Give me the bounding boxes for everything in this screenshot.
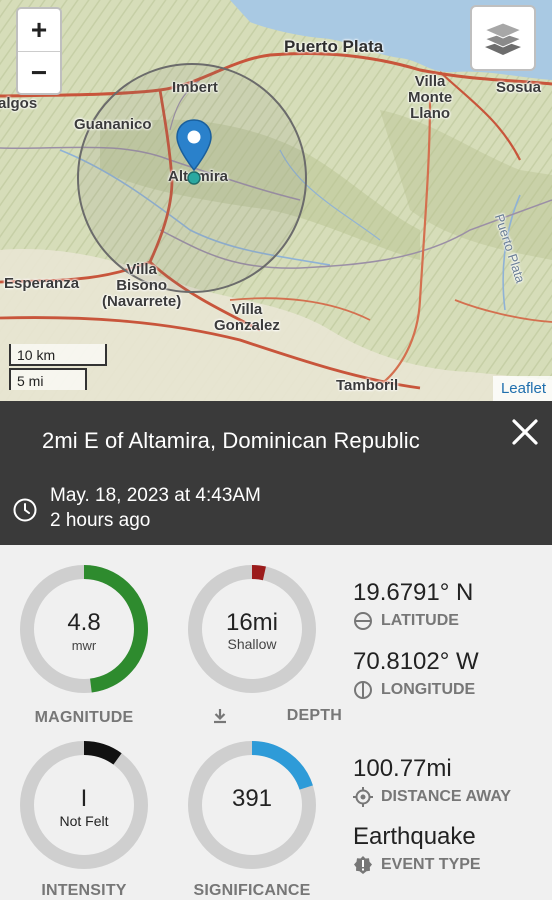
significance-gauge: 391 SIGNIFICANCE xyxy=(182,735,322,899)
event-header: 2mi E of Altamira, Dominican Republic Ma… xyxy=(0,401,552,545)
magnitude-unit: mwr xyxy=(71,638,97,653)
magnitude-label: MAGNITUDE xyxy=(34,709,134,726)
label-salcedo-partial: algos xyxy=(0,95,38,112)
clock-icon xyxy=(13,498,37,522)
intensity-gauge: I Not Felt INTENSITY xyxy=(14,735,154,899)
label-imbert: Imbert xyxy=(172,79,218,96)
magnitude-value: 4.8 xyxy=(67,609,101,636)
map-scale: 10 km 5 mi xyxy=(9,344,107,390)
label-villa-gonzalez: Villa Gonzalez xyxy=(214,301,280,334)
zoom-out-button[interactable]: − xyxy=(18,51,60,93)
depth-label: DEPTH xyxy=(286,707,342,724)
zoom-control: + − xyxy=(16,7,62,95)
close-icon[interactable] xyxy=(508,415,542,449)
label-puerto-plata: Puerto Plata xyxy=(284,37,384,56)
intensity-label: INTENSITY xyxy=(41,882,127,899)
longitude-icon xyxy=(354,681,372,699)
longitude-block: 70.8102° W LONGITUDE xyxy=(353,648,479,700)
alert-badge-icon xyxy=(354,856,372,874)
event-type-label-row: EVENT TYPE xyxy=(353,855,481,875)
distance-block: 100.77mi DISTANCE AWAY xyxy=(353,755,511,807)
label-tamboril: Tamboril xyxy=(336,377,399,394)
zoom-in-button[interactable]: + xyxy=(18,9,60,51)
label-esperanza: Esperanza xyxy=(4,275,80,292)
latitude-icon xyxy=(354,612,372,630)
latitude-block: 19.6791° N LATITUDE xyxy=(353,579,473,631)
magnitude-gauge: 4.8 mwr MAGNITUDE xyxy=(14,559,154,726)
location-pin-icon[interactable] xyxy=(174,118,214,190)
leaflet-attribution-link[interactable]: Leaflet xyxy=(492,376,552,401)
event-time: May. 18, 2023 at 4:43AM 2 hours ago xyxy=(50,483,261,533)
label-villa-monte-llano: Villa Monte Llano xyxy=(408,73,453,122)
significance-label: SIGNIFICANCE xyxy=(193,882,311,899)
label-villa-bisono: Villa Bisono (Navarrete) xyxy=(102,261,182,310)
distance-label: DISTANCE AWAY xyxy=(381,788,512,805)
event-title: 2mi E of Altamira, Dominican Republic xyxy=(42,428,420,453)
event-date: May. 18, 2023 at 4:43AM xyxy=(50,485,261,506)
significance-value: 391 xyxy=(231,785,273,812)
distance-value: 100.77mi xyxy=(353,755,452,782)
crosshair-icon xyxy=(353,787,373,807)
map-view[interactable]: Puerto Plata Villa Monte Llano Sosúa Imb… xyxy=(0,0,552,401)
event-details: 4.8 mwr MAGNITUDE 16mi Shallow DEPTH I N… xyxy=(0,545,552,900)
depth-label-row: DEPTH xyxy=(162,707,342,725)
longitude-label: LONGITUDE xyxy=(381,681,476,698)
distance-label-row: DISTANCE AWAY xyxy=(353,787,511,807)
latitude-label-row: LATITUDE xyxy=(353,611,473,631)
download-arrow-icon xyxy=(214,709,227,724)
intensity-sub: Not Felt xyxy=(59,813,109,829)
depth-sub: Shallow xyxy=(227,636,277,652)
event-type-value: Earthquake xyxy=(353,823,476,850)
event-type-label: EVENT TYPE xyxy=(381,856,481,873)
scale-km: 10 km xyxy=(9,344,107,366)
layers-icon xyxy=(483,22,523,55)
event-type-block: Earthquake EVENT TYPE xyxy=(353,823,481,875)
longitude-label-row: LONGITUDE xyxy=(353,680,479,700)
intensity-value: I xyxy=(80,785,88,812)
scale-mi: 5 mi xyxy=(9,368,87,390)
label-guananico: Guananico xyxy=(74,116,152,133)
label-sosua: Sosúa xyxy=(496,79,542,96)
latitude-value: 19.6791° N xyxy=(353,579,474,606)
event-ago: 2 hours ago xyxy=(50,510,151,531)
latitude-label: LATITUDE xyxy=(381,612,459,629)
longitude-value: 70.8102° W xyxy=(353,648,479,675)
layers-button[interactable] xyxy=(470,5,536,71)
depth-value: 16mi xyxy=(225,609,279,636)
depth-gauge: 16mi Shallow DEPTH xyxy=(182,559,342,724)
